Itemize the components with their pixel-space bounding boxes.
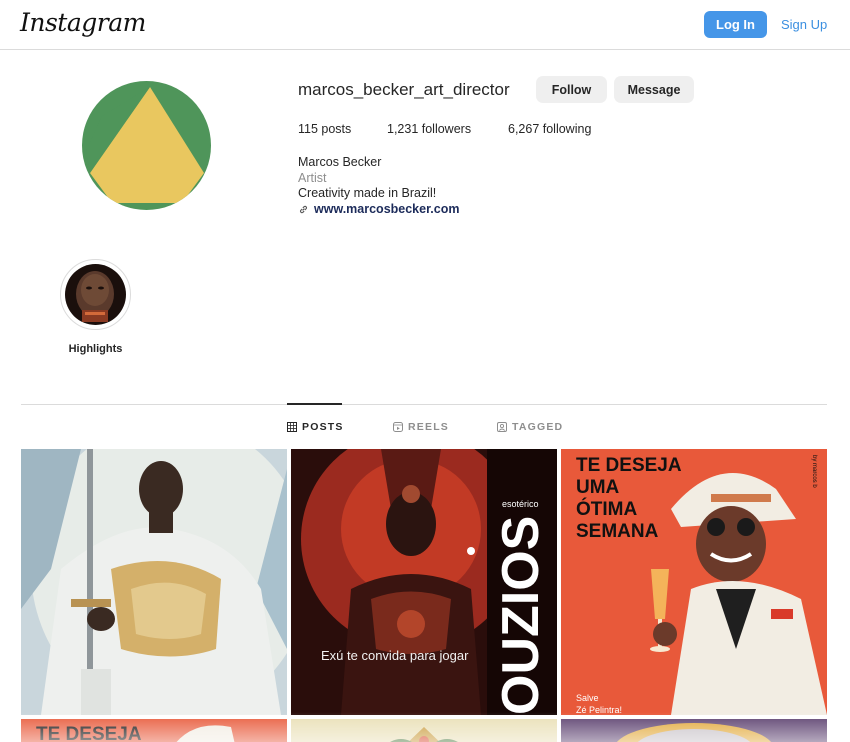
- headline-line: SEMANA: [576, 521, 659, 542]
- flowers-image: [291, 719, 557, 742]
- poster-headline: TE DESEJA UMA ÓTIMA SEMANA: [576, 455, 682, 543]
- link-icon: [299, 205, 308, 213]
- tagged-icon: [497, 422, 507, 432]
- profile-bio: Creativity made in Brazil!: [298, 186, 437, 200]
- post-tile[interactable]: TE DESEJA: [21, 719, 287, 742]
- avatar-logo-icon: [82, 81, 211, 210]
- profile-category: Artist: [298, 171, 327, 185]
- tab-posts[interactable]: POSTS: [287, 421, 344, 433]
- post-caption: Exú te convida para jogar: [321, 648, 469, 663]
- post-tag-text: esotérico: [502, 499, 539, 509]
- headline-line: TE DESEJA: [576, 455, 682, 476]
- footer-line: Salve: [576, 693, 599, 703]
- post-tile[interactable]: [21, 449, 287, 715]
- portrait-image: [561, 719, 827, 742]
- post-tile[interactable]: TE DESEJA UMA ÓTIMA SEMANA by marcos b S…: [561, 449, 827, 715]
- tab-posts-label: POSTS: [302, 421, 344, 433]
- vertical-credit: by marcos b: [811, 455, 817, 488]
- tab-reels-label: REELS: [408, 421, 450, 433]
- post-tile[interactable]: OUZIOS esotérico Exú te convida para jog…: [291, 449, 557, 715]
- posts-count: 115 posts: [298, 122, 352, 136]
- profile-username: marcos_becker_art_director: [298, 80, 510, 99]
- highlight-label: Highlights: [68, 343, 123, 355]
- highlight-cover-image: [65, 264, 126, 325]
- tab-tagged[interactable]: TAGGED: [497, 421, 563, 433]
- tab-reels[interactable]: REELS: [393, 421, 449, 433]
- post-tile[interactable]: [291, 719, 557, 742]
- tab-tagged-label: TAGGED: [512, 421, 564, 433]
- profile-avatar[interactable]: [82, 81, 211, 210]
- post-side-text: OUZIOS: [492, 515, 550, 715]
- headline-line: ÓTIMA: [576, 499, 638, 520]
- poster-footer: Salve Zé Pelintra!: [576, 692, 622, 715]
- profile-website-link[interactable]: www.marcosbecker.com: [298, 202, 459, 216]
- footer-line: Zé Pelintra!: [576, 705, 623, 715]
- instagram-logo[interactable]: Instagram: [20, 8, 146, 37]
- following-count[interactable]: 6,267 following: [508, 122, 591, 136]
- headline-line: UMA: [576, 477, 620, 498]
- profile-full-name: Marcos Becker: [298, 155, 382, 169]
- tabs-divider: [21, 404, 827, 405]
- poster-headline: TE DESEJA: [36, 724, 142, 742]
- signup-link[interactable]: Sign Up: [781, 17, 827, 32]
- website-text: www.marcosbecker.com: [314, 202, 460, 216]
- followers-count[interactable]: 1,231 followers: [387, 122, 471, 136]
- grid-icon: [287, 422, 297, 432]
- message-button[interactable]: Message: [614, 76, 694, 103]
- warrior-with-sword-image: [21, 449, 287, 715]
- highlight-item[interactable]: [60, 259, 131, 330]
- login-button[interactable]: Log In: [704, 11, 767, 38]
- top-navigation-bar: Instagram Log In Sign Up: [0, 0, 850, 50]
- reels-icon: [393, 422, 403, 432]
- post-tile[interactable]: [561, 719, 827, 742]
- follow-button[interactable]: Follow: [536, 76, 607, 103]
- active-tab-indicator: [287, 403, 342, 405]
